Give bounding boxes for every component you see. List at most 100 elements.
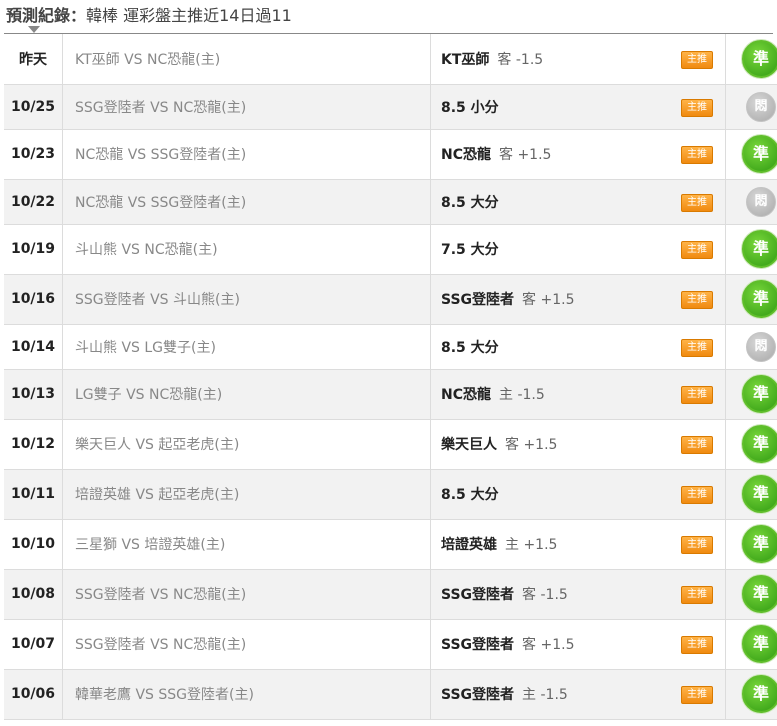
result-win-icon: 準 xyxy=(742,525,777,563)
row-match: 培證英雄 VS 起亞老虎(主) xyxy=(62,469,431,520)
row-date: 10/08 xyxy=(4,569,63,620)
row-date: 10/06 xyxy=(4,669,63,720)
row-date: 10/10 xyxy=(4,519,63,570)
pick-handicap: 客 -1.5 xyxy=(497,51,544,68)
pick-label: 8.5 大分 xyxy=(441,487,499,503)
result-win-icon: 準 xyxy=(742,625,777,663)
row-match: LG雙子 VS NC恐龍(主) xyxy=(62,369,431,420)
main-pick-badge: 主推 xyxy=(681,98,713,117)
row-result: 準 xyxy=(725,419,777,470)
table-row[interactable]: 10/16 SSG登陸者 VS 斗山熊(主) SSG登陸者客 +1.5 主推 準 xyxy=(4,274,777,325)
pick-handicap: 客 +1.5 xyxy=(522,292,575,308)
row-date: 10/13 xyxy=(4,369,63,420)
row-date: 10/14 xyxy=(4,324,63,370)
pick-label: 8.5 大分 xyxy=(441,194,499,211)
row-date: 10/16 xyxy=(4,274,63,325)
table-row[interactable]: 10/25 SSG登陸者 VS NC恐龍(主) 8.5 小分 主推 悶 xyxy=(4,84,777,130)
main-pick-badge: 主推 xyxy=(681,193,713,212)
table-row[interactable]: 10/07 SSG登陸者 VS NC恐龍(主) SSG登陸者客 +1.5 主推 準 xyxy=(4,619,777,670)
main-pick-badge: 主推 xyxy=(681,636,713,654)
table-row[interactable]: 10/22 NC恐龍 VS SSG登陸者(主) 8.5 大分 主推 悶 xyxy=(4,179,777,225)
row-match: KT巫師 VS NC恐龍(主) xyxy=(62,34,431,85)
pick-label: SSG登陸者 xyxy=(441,587,515,603)
pick-handicap: 主 -1.5 xyxy=(499,387,545,403)
table-row[interactable]: 10/10 三星獅 VS 培證英雄(主) 培證英雄主 +1.5 主推 準 xyxy=(4,519,777,570)
row-date: 昨天 xyxy=(4,34,63,85)
table-row[interactable]: 10/19 斗山熊 VS NC恐龍(主) 7.5 大分 主推 準 xyxy=(4,224,777,275)
prediction-records-table: 昨天 KT巫師 VS NC恐龍(主) KT巫師客 -1.5 主推準 10/25 SSG登陸… xyxy=(4,34,777,720)
table-row[interactable]: 10/12 樂天巨人 VS 起亞老虎(主) 樂天巨人客 +1.5 主推 準 xyxy=(4,419,777,470)
row-match: SSG登陸者 VS NC恐龍(主) xyxy=(62,84,431,130)
row-match: NC恐龍 VS SSG登陸者(主) xyxy=(62,179,431,225)
row-result: 悶 xyxy=(725,324,777,370)
pick-label: 8.5 小分 xyxy=(441,99,499,116)
row-pick: SSG登陸者客 -1.5 主推 xyxy=(430,569,726,620)
main-pick-badge: 主推 xyxy=(681,486,713,504)
main-pick-badge: 主推 xyxy=(681,338,713,357)
result-win-icon: 準 xyxy=(742,475,777,513)
table-row[interactable]: 10/11 培證英雄 VS 起亞老虎(主) 8.5 大分 主推 準 xyxy=(4,469,777,520)
pick-label: SSG登陸者 xyxy=(441,637,515,653)
row-result: 悶 xyxy=(725,84,777,130)
main-pick-badge: 主推 xyxy=(681,146,713,164)
result-win-icon: 準 xyxy=(742,280,777,318)
row-pick: SSG登陸者客 +1.5 主推 xyxy=(430,619,726,670)
main-pick-badge: 主推 xyxy=(681,436,713,454)
result-win-icon: 準 xyxy=(742,675,777,713)
main-pick-badge: 主推 xyxy=(681,586,713,604)
pick-label: 8.5 大分 xyxy=(441,339,499,356)
header-pointer-icon xyxy=(28,26,40,33)
main-pick-badge: 主推 xyxy=(681,386,713,404)
page-subtitle: 韓棒 運彩盤主推近14日過11 xyxy=(86,6,292,25)
row-result: 準 xyxy=(725,669,777,720)
row-match: 樂天巨人 VS 起亞老虎(主) xyxy=(62,419,431,470)
pick-handicap: 客 -1.5 xyxy=(522,587,568,603)
row-result: 準 xyxy=(725,369,777,420)
records-header: 預測紀錄：韓棒 運彩盤主推近14日過11 xyxy=(0,0,777,34)
row-match: 斗山熊 VS LG雙子(主) xyxy=(62,324,431,370)
table-row[interactable]: 10/23 NC恐龍 VS SSG登陸者(主) NC恐龍客 +1.5 主推 準 xyxy=(4,129,777,180)
main-pick-badge: 主推 xyxy=(681,291,713,309)
main-pick-badge: 主推 xyxy=(681,536,713,554)
pick-handicap: 客 +1.5 xyxy=(499,147,552,163)
pick-label: 培證英雄 xyxy=(441,537,497,553)
row-result: 準 xyxy=(725,34,777,85)
row-result: 準 xyxy=(725,274,777,325)
row-date: 10/22 xyxy=(4,179,63,225)
row-pick: 8.5 大分 主推 xyxy=(430,324,726,370)
row-match: SSG登陸者 VS NC恐龍(主) xyxy=(62,569,431,620)
row-result: 準 xyxy=(725,519,777,570)
table-row[interactable]: 昨天 KT巫師 VS NC恐龍(主) KT巫師客 -1.5 主推 準 xyxy=(4,34,777,85)
row-result: 準 xyxy=(725,469,777,520)
row-pick: NC恐龍主 -1.5 主推 xyxy=(430,369,726,420)
row-date: 10/19 xyxy=(4,224,63,275)
page-title: 預測紀錄：韓棒 運彩盤主推近14日過11 xyxy=(6,6,292,25)
result-win-icon: 準 xyxy=(742,135,777,173)
row-match: SSG登陸者 VS 斗山熊(主) xyxy=(62,274,431,325)
pick-label: NC恐龍 xyxy=(441,147,491,163)
row-date: 10/07 xyxy=(4,619,63,670)
pick-label: NC恐龍 xyxy=(441,387,491,403)
result-win-icon: 準 xyxy=(742,375,777,413)
row-pick: 8.5 小分 主推 xyxy=(430,84,726,130)
row-date: 10/11 xyxy=(4,469,63,520)
pick-handicap: 客 +1.5 xyxy=(505,437,558,453)
row-pick: NC恐龍客 +1.5 主推 xyxy=(430,129,726,180)
row-pick: 培證英雄主 +1.5 主推 xyxy=(430,519,726,570)
table-row[interactable]: 10/13 LG雙子 VS NC恐龍(主) NC恐龍主 -1.5 主推 準 xyxy=(4,369,777,420)
table-row[interactable]: 10/08 SSG登陸者 VS NC恐龍(主) SSG登陸者客 -1.5 主推 準 xyxy=(4,569,777,620)
row-date: 10/25 xyxy=(4,84,63,130)
pick-handicap: 主 +1.5 xyxy=(505,537,558,553)
row-match: 三星獅 VS 培證英雄(主) xyxy=(62,519,431,570)
pick-label: KT巫師 xyxy=(441,51,490,68)
table-row[interactable]: 10/14 斗山熊 VS LG雙子(主) 8.5 大分 主推 悶 xyxy=(4,324,777,370)
row-pick: 7.5 大分 主推 xyxy=(430,224,726,275)
row-result: 準 xyxy=(725,619,777,670)
main-pick-badge: 主推 xyxy=(681,686,713,704)
row-match: 斗山熊 VS NC恐龍(主) xyxy=(62,224,431,275)
pick-label: 7.5 大分 xyxy=(441,242,499,258)
row-match: NC恐龍 VS SSG登陸者(主) xyxy=(62,129,431,180)
row-pick: KT巫師客 -1.5 主推 xyxy=(430,34,726,85)
pick-handicap: 客 +1.5 xyxy=(522,637,575,653)
table-row[interactable]: 10/06 韓華老鷹 VS SSG登陸者(主) SSG登陸者主 -1.5 主推 準 xyxy=(4,669,777,720)
